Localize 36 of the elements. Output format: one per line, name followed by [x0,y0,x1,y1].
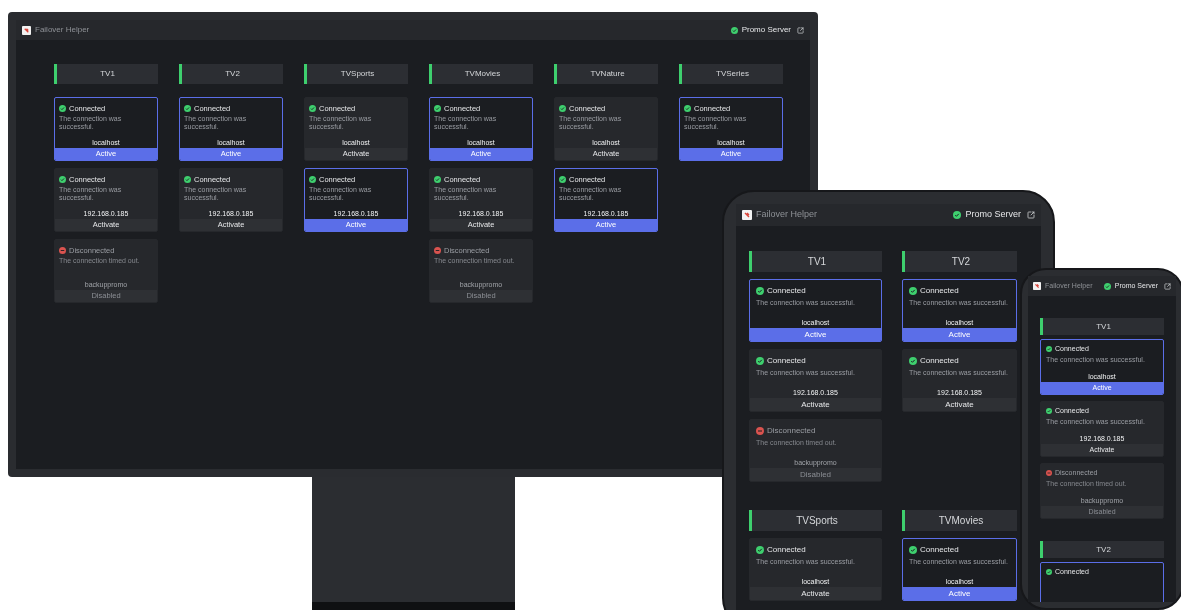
external-link-icon[interactable] [1164,282,1171,290]
channel-header: TVSports [749,510,882,531]
status-label: Disconnected [767,425,816,437]
channel-header: TV2 [1040,541,1164,558]
activate-button[interactable]: Active [903,587,1016,600]
status-label: Connected [920,544,959,556]
channel-header: TVMovies [902,510,1017,531]
external-link-icon[interactable] [1027,211,1035,219]
status-label: Connected [767,285,806,297]
status-label: Connected [920,285,959,297]
channel-header: TVMovies [429,64,533,84]
status-label: Connected [767,544,806,556]
status-label: Connected [767,355,806,367]
channel-header: TV1 [54,64,158,84]
status-label: Connected [920,355,959,367]
channel-header: TV2 [179,64,283,84]
server-name: Promo Server [741,24,791,36]
app-logo-icon [1033,282,1041,290]
activate-button[interactable]: Activate [750,398,881,411]
activate-button[interactable]: Disabled [750,468,881,481]
app-logo-icon [22,25,31,35]
app-logo-icon [742,210,752,220]
channel-header: TVNature [554,64,658,84]
channel-header: TV1 [1040,318,1164,335]
channel-header: TV2 [902,251,1017,272]
external-link-icon[interactable] [797,26,804,34]
activate-button[interactable]: Active [750,328,881,341]
channel-header: TV1 [749,251,882,272]
server-name: Promo Server [965,208,1021,222]
activate-button[interactable]: Active [903,328,1016,341]
channel-header: TVSeries [679,64,783,84]
channel-header: TVSports [304,64,408,84]
activate-button[interactable]: Activate [750,587,881,600]
app-title: Failover Helper [35,24,90,36]
app-title: Failover Helper [756,208,818,222]
activate-button[interactable]: Activate [903,398,1016,411]
